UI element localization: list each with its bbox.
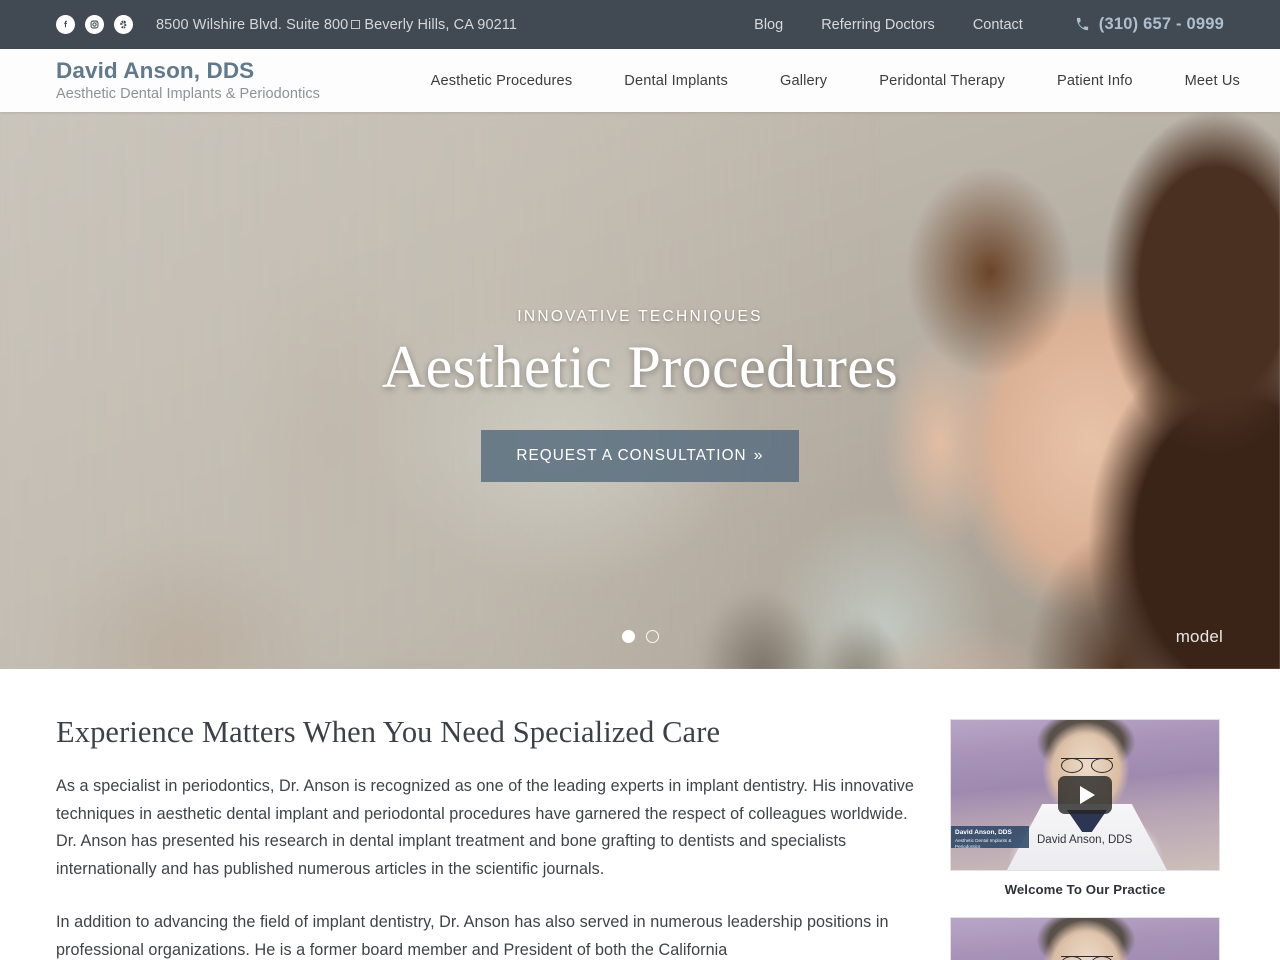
lower-third-name: David Anson, DDS [955,829,1012,836]
nav-item-dental-implants[interactable]: Dental Implants [624,73,728,89]
slider-dot-1[interactable] [621,630,635,643]
intro-paragraph-2: In addition to advancing the field of im… [56,913,889,959]
video-thumbnail-second[interactable] [950,917,1220,960]
brand-name: David Anson, DDS [56,57,255,83]
model-disclaimer: model [1175,627,1223,646]
nav-item-peridontal-therapy[interactable]: Peridontal Therapy [879,73,1005,89]
brand-tagline: Aesthetic Dental Implants & Periodontics [56,86,320,102]
instagram-icon[interactable] [85,15,104,34]
eyeglasses-icon [1061,758,1113,773]
phone-link[interactable]: (310) 657 - 0999 [1075,15,1224,34]
address-line-1: 8500 Wilshire Blvd. Suite 800 [156,16,349,33]
topbar-link-referring-doctors[interactable]: Referring Doctors [821,17,935,33]
address-line-2: Beverly Hills, CA 90211 [364,16,518,33]
play-icon[interactable] [1058,776,1112,814]
sidebar-videos: David Anson, DDS Aesthetic Dental Implan… [950,715,1220,960]
eyeglasses-icon [1061,956,1113,960]
slider-dot-2[interactable] [645,630,659,643]
page-content: Experience Matters When You Need Special… [0,669,1280,960]
chevron-right-icon: » [753,447,764,464]
hero-eyebrow: INNOVATIVE TECHNIQUES [517,308,763,325]
address-separator-glyph [351,19,361,29]
phone-icon [1075,17,1090,32]
video-card-second [950,917,1220,960]
request-consultation-label: REQUEST A CONSULTATION [516,447,747,464]
hero-slider: INNOVATIVE TECHNIQUES Aesthetic Procedur… [0,112,1280,669]
hero-content: INNOVATIVE TECHNIQUES Aesthetic Procedur… [0,308,1280,482]
social-links [56,15,133,34]
nav-item-patient-info[interactable]: Patient Info [1057,73,1133,89]
video-lower-third: David Anson, DDS Aesthetic Dental Implan… [951,826,1029,848]
intro-paragraph-1: As a specialist in periodontics, Dr. Ans… [56,777,914,878]
phone-number: (310) 657 - 0999 [1098,15,1224,33]
hero-title: Aesthetic Procedures [381,334,899,400]
slider-pagination [0,630,1280,643]
main-navigation: Aesthetic Procedures Dental Implants Gal… [431,73,1240,89]
video-card-welcome: David Anson, DDS Aesthetic Dental Implan… [950,719,1220,897]
video-thumbnail-welcome[interactable]: David Anson, DDS Aesthetic Dental Implan… [950,719,1220,871]
topbar-link-blog[interactable]: Blog [754,17,783,33]
brand-logo[interactable]: David Anson, DDS Aesthetic Dental Implan… [56,57,320,102]
page-title: Experience Matters When You Need Special… [56,715,721,749]
top-utility-links: Blog Referring Doctors Contact (310) 657… [754,15,1224,34]
lower-third-subtitle: Aesthetic Dental Implants & Periodontics [955,837,1012,848]
site-header: David Anson, DDS Aesthetic Dental Implan… [0,49,1280,112]
topbar-link-contact[interactable]: Contact [973,17,1023,33]
nav-item-meet-us[interactable]: Meet Us [1185,73,1240,89]
video-overlay-name: David Anson, DDS [1037,834,1133,846]
facebook-icon[interactable] [56,15,75,34]
practice-address: 8500 Wilshire Blvd. Suite 800 Beverly Hil… [156,17,517,33]
video-caption-welcome: Welcome To Our Practice [1004,882,1166,897]
top-utility-bar: 8500 Wilshire Blvd. Suite 800 Beverly Hil… [0,0,1280,49]
main-column: Experience Matters When You Need Special… [56,715,914,960]
nav-item-gallery[interactable]: Gallery [780,73,827,89]
yelp-icon[interactable] [114,15,133,34]
nav-item-aesthetic-procedures[interactable]: Aesthetic Procedures [431,73,573,89]
request-consultation-button[interactable]: REQUEST A CONSULTATION » [481,430,799,482]
